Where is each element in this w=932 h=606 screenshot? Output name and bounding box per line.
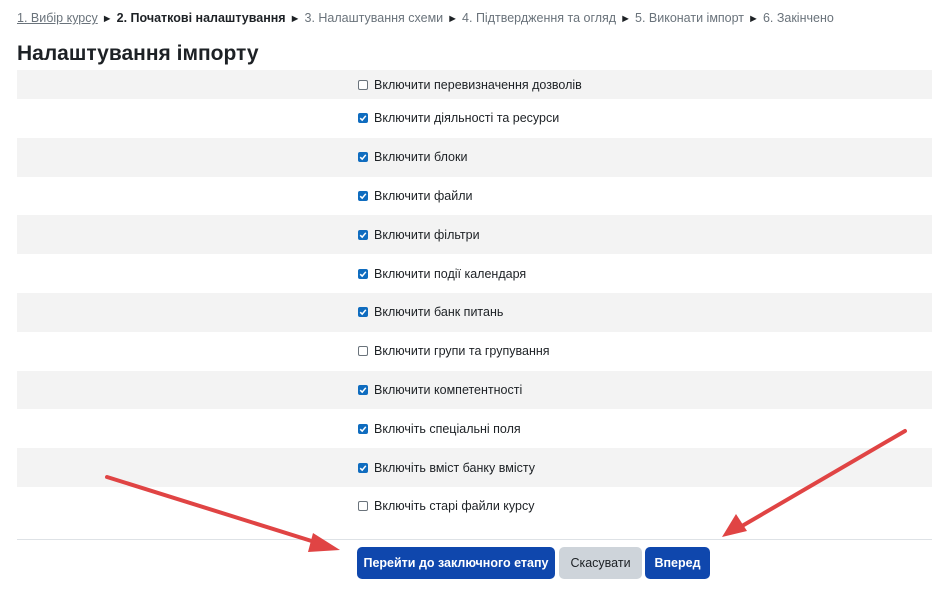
setting-row-files: Включити файли (17, 177, 932, 216)
breadcrumb-separator: ► (620, 13, 631, 25)
checkbox-legacy-files[interactable] (358, 501, 368, 512)
setting-row-question-bank: Включити банк питань (17, 292, 932, 332)
checkbox-files[interactable] (358, 190, 368, 201)
checkbox-blocks[interactable] (358, 152, 368, 163)
setting-label: Включіть старі файли курсу (374, 499, 535, 514)
breadcrumb-separator: ► (447, 13, 459, 25)
checkbox-custom-fields[interactable] (358, 423, 368, 434)
setting-row-custom-fields: Включіть спеціальні поля (17, 409, 932, 448)
setting-row-filters: Включити фільтри (17, 215, 932, 255)
breadcrumb-step-5: 5. Виконати імпорт (635, 11, 745, 25)
breadcrumb-step-4: 4. Підтвердження та огляд (462, 11, 617, 25)
checkbox-permissions[interactable] (358, 79, 368, 90)
breadcrumb: 1. Вибір курсу ► 2. Початкові налаштування… (17, 11, 834, 25)
checkbox-competencies[interactable] (358, 384, 368, 395)
setting-label: Включити діяльності та ресурси (374, 111, 560, 126)
setting-label: Включіть вміст банку вмісту (374, 460, 535, 475)
cancel-button[interactable]: Скасувати (559, 547, 642, 579)
breadcrumb-step-3: 3. Налаштування схеми (304, 11, 444, 25)
breadcrumb-step-6: 6. Закінчено (762, 11, 834, 25)
setting-label: Включити блоки (374, 150, 468, 165)
breadcrumb-step-1[interactable]: 1. Вибір курсу (17, 11, 98, 25)
setting-label: Включити файли (374, 188, 473, 203)
breadcrumb-separator: ► (748, 13, 759, 25)
setting-row-calendar: Включити події календаря (17, 254, 932, 293)
checkbox-question-bank[interactable] (358, 307, 368, 318)
setting-row-permissions: Включити перевизначення дозволів (17, 70, 932, 99)
setting-row-blocks: Включити блоки (17, 137, 932, 177)
breadcrumb-separator: ► (289, 13, 301, 25)
breadcrumb-separator: ► (101, 13, 113, 25)
next-button[interactable]: Вперед (645, 547, 710, 579)
setting-label: Включити групи та групування (374, 344, 550, 359)
final-step-button[interactable]: Перейти до заключного етапу (357, 547, 555, 579)
setting-row-activities: Включити діяльності та ресурси (17, 99, 932, 138)
import-settings-list: Включити перевизначення дозволів Включит… (17, 70, 932, 526)
checkbox-activities[interactable] (358, 113, 368, 124)
checkbox-filters[interactable] (358, 229, 368, 240)
page-title: Налаштування імпорту (17, 42, 259, 65)
setting-label: Включити банк питань (374, 305, 504, 320)
setting-row-content-bank: Включіть вміст банку вмісту (17, 448, 932, 487)
setting-label: Включіть спеціальні поля (374, 421, 521, 436)
setting-row-groups: Включити групи та групування (17, 332, 932, 371)
breadcrumb-step-2: 2. Початкові налаштування (116, 11, 286, 25)
form-divider (17, 539, 932, 540)
setting-label: Включити перевизначення дозволів (374, 77, 582, 92)
setting-label: Включити події календаря (374, 266, 527, 281)
checkbox-calendar[interactable] (358, 268, 368, 279)
checkbox-groups[interactable] (358, 346, 368, 357)
setting-row-legacy-files: Включіть старі файли курсу (17, 487, 932, 526)
setting-label: Включити компетентності (374, 382, 523, 397)
setting-label: Включити фільтри (374, 227, 480, 242)
checkbox-content-bank[interactable] (358, 462, 368, 473)
setting-row-competencies: Включити компетентності (17, 370, 932, 410)
